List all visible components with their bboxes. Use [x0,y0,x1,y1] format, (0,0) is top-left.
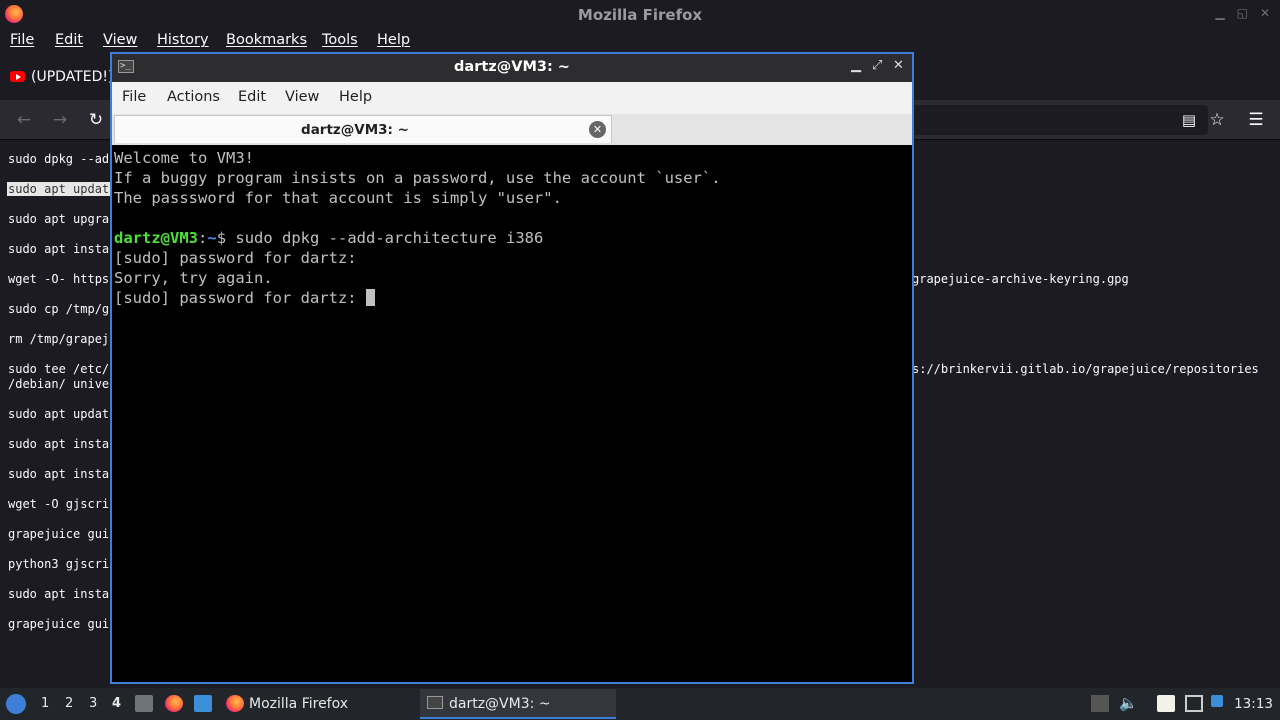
terminal-password-line[interactable]: [sudo] password for dartz: [114,288,912,308]
browser-tab[interactable]: (UPDATED!) [0,61,114,93]
task-firefox-label: Mozilla Firefox [249,696,349,712]
network-icon[interactable] [1185,695,1203,712]
reader-view-icon[interactable]: ▤ [1177,108,1201,132]
task-firefox[interactable]: Mozilla Firefox [220,689,410,719]
terminal-icon [427,696,443,709]
minimize-icon[interactable]: ▁ [1215,6,1224,20]
prompt-separator: : [198,229,208,247]
firefox-icon [226,695,244,712]
notification-icon[interactable] [1211,695,1223,707]
desktop-4[interactable]: 4 [112,696,121,711]
command-line-selected[interactable]: sudo apt updat [7,182,111,196]
terminal-line: Welcome to VM3! [114,149,254,167]
terminal-command: sudo dpkg --add-architecture i386 [235,229,544,247]
text-cursor [365,289,375,306]
terminal-menu-help[interactable]: Help [339,89,372,105]
password-prompt: [sudo] password for dartz: [114,289,366,307]
clock[interactable]: 13:13 [1234,696,1273,712]
firefox-titlebar: Mozilla Firefox ▁ ◱ ✕ [0,0,1280,29]
bookmark-star-icon[interactable]: ☆ [1205,108,1229,132]
terminal-line: The passsword for that account is simply… [114,189,562,207]
command-line: wget -O gjscri [8,497,110,511]
terminal-output[interactable]: Welcome to VM3! If a buggy program insis… [112,148,912,682]
terminal-titlebar[interactable]: >_ dartz@VM3: ~ ▁ ⤢ ✕ [112,54,912,82]
menu-edit[interactable]: Edit [55,32,83,48]
terminal-line: [sudo] password for dartz: [114,249,357,267]
command-line: wget -O- https [8,272,110,286]
tab-close-icon[interactable]: ✕ [589,121,606,138]
maximize-icon[interactable]: ⤢ [872,58,882,73]
file-manager-icon[interactable] [135,695,153,712]
terminal-line: Sorry, try again. [114,269,273,287]
terminal-prompt-line: dartz@VM3:~$ sudo dpkg --add-architectur… [114,228,912,248]
terminal-menu-view[interactable]: View [285,89,319,105]
close-icon[interactable]: ✕ [893,58,904,73]
volume-icon[interactable]: 🔈 [1119,695,1138,712]
prompt-path: ~ [207,229,217,247]
terminal-menubar: File Actions Edit View Help [112,82,912,114]
command-line: sudo apt insta [8,467,110,481]
terminal-window: >_ dartz@VM3: ~ ▁ ⤢ ✕ File Actions Edit … [110,52,914,684]
reload-icon[interactable]: ↻ [84,108,108,132]
command-line-continuation: grapejuice-archive-keyring.gpg [912,272,1129,286]
taskbar: 1 2 3 4 Mozilla Firefox dartz@VM3: ~ 🔈 1… [0,688,1280,720]
command-line: sudo apt updat [8,407,110,421]
command-line: sudo tee /etc/ [8,362,110,376]
minimize-icon[interactable]: ▁ [851,58,861,73]
command-line-continuation: s://brinkervii.gitlab.io/grapejuice/repo… [912,362,1259,376]
forward-icon[interactable]: → [48,108,72,132]
command-line: python3 gjscri [8,557,110,571]
menu-tools[interactable]: Tools [322,32,358,48]
menu-help[interactable]: Help [377,32,410,48]
terminal-tab[interactable]: dartz@VM3: ~ ✕ [114,115,612,143]
command-line: sudo apt insta [8,587,110,601]
terminal-window-title: dartz@VM3: ~ [454,59,570,75]
command-line: sudo apt insta [8,242,110,256]
firefox-window-controls: ▁ ◱ ✕ [1215,6,1270,20]
close-icon[interactable]: ✕ [1260,6,1270,20]
browser-tab-label: (UPDATED!) [31,69,114,85]
maximize-icon[interactable]: ◱ [1237,6,1248,20]
prompt-user: dartz@VM3 [114,229,198,247]
firefox-launcher-icon[interactable] [165,695,183,712]
command-line: sudo cp /tmp/g [8,302,110,316]
desktop-2[interactable]: 2 [65,696,73,711]
app-menu-icon[interactable]: ☰ [1244,108,1268,132]
command-line: sudo dpkg --ad [8,152,110,166]
terminal-line: If a buggy program insists on a password… [114,169,721,187]
terminal-menu-edit[interactable]: Edit [238,89,266,105]
firefox-menubar: File Edit View History Bookmarks Tools H… [0,29,1280,53]
terminal-menu-file[interactable]: File [122,89,146,105]
desktop-icon[interactable] [194,695,212,712]
terminal-menu-actions[interactable]: Actions [167,89,220,105]
command-line: grapejuice gui [8,527,110,541]
url-bar[interactable] [912,105,1208,135]
tray-up-icon[interactable] [1091,695,1109,712]
start-menu-icon[interactable] [6,694,26,714]
desktop-1[interactable]: 1 [41,696,49,711]
terminal-tabbar: dartz@VM3: ~ ✕ [112,114,912,145]
task-terminal-label: dartz@VM3: ~ [449,696,551,712]
clipboard-icon[interactable] [1157,695,1175,712]
firefox-window-title: Mozilla Firefox [577,6,703,24]
task-terminal[interactable]: dartz@VM3: ~ [420,689,616,719]
menu-view[interactable]: View [103,32,137,48]
back-icon[interactable]: ← [12,108,36,132]
command-line: /debian/ unive [8,377,110,391]
terminal-tab-label: dartz@VM3: ~ [301,122,409,138]
command-line: sudo apt upgra [8,212,110,226]
menu-file[interactable]: File [10,32,34,48]
youtube-icon [10,71,25,82]
command-line: sudo apt insta [8,437,110,451]
desktop-3[interactable]: 3 [89,696,97,711]
menu-bookmarks[interactable]: Bookmarks [226,32,307,48]
command-line: rm /tmp/grapej [8,332,110,346]
prompt-dollar: $ [216,229,236,247]
command-line: grapejuice gui [8,617,110,631]
menu-history[interactable]: History [157,32,209,48]
